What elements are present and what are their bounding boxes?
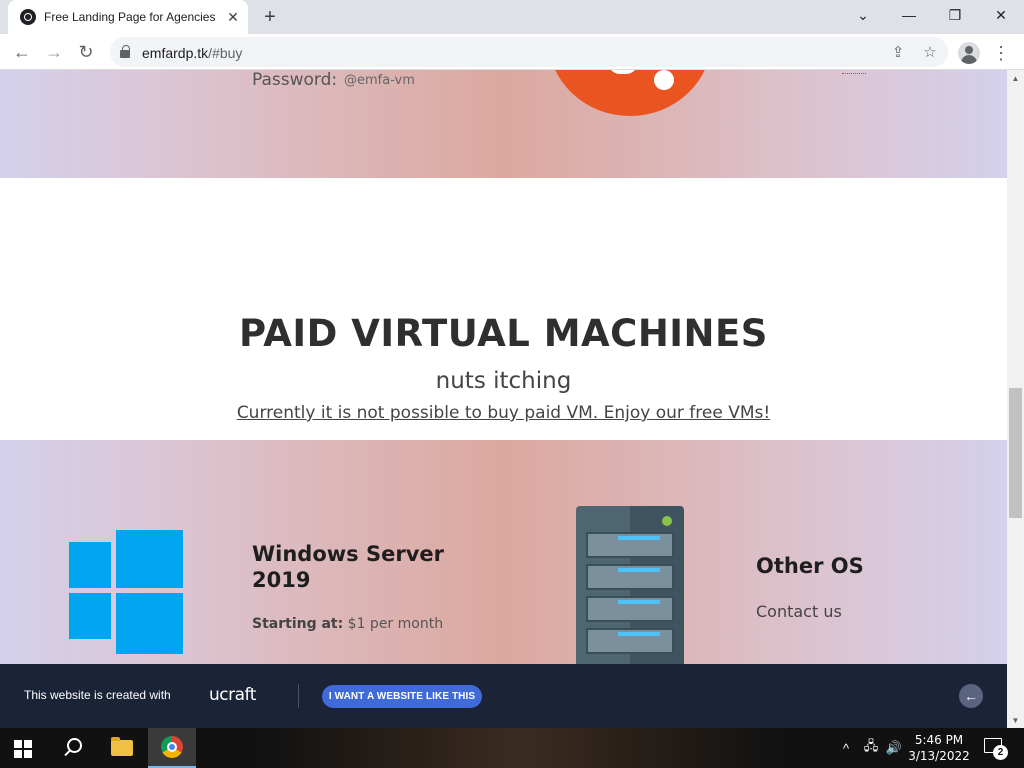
windows-start-icon[interactable] [14,740,32,758]
windows-taskbar: ^ 🖧 🔊 5:46 PM 3/13/2022 2 [0,728,1024,768]
tab-title: Free Landing Page for Agencies [44,10,216,24]
svg-text:ucraft: ucraft [209,685,257,705]
address-bar[interactable]: emfardp.tk/#buy ⇪ ☆ [110,37,948,67]
ucraft-promo-banner: This website is created with ucraft I WA… [0,664,1007,728]
url-text[interactable]: emfardp.tk/#buy [142,45,242,61]
spellcheck-underline [842,70,866,74]
other-os-card-title: Other OS [756,554,864,578]
chrome-taskbar-icon[interactable] [148,728,196,768]
collapse-banner-arrow-icon[interactable]: ← [959,684,983,708]
back-button[interactable]: ← [8,38,36,66]
browser-toolbar: ← → ↻ emfardp.tk/#buy ⇪ ☆ ⋮ [0,34,1024,70]
bookmark-star-icon[interactable]: ☆ [920,42,940,62]
tray-chevron-icon[interactable]: ^ [838,738,854,758]
windows-logo-icon [69,530,183,654]
page-viewport: Password: @emfa-vm PAID VIRTUAL MACHINES… [0,70,1007,728]
new-tab-button[interactable]: + [258,6,282,28]
windows-server-card-title: Windows Server 2019 [252,542,444,592]
password-label: Password: [252,70,338,90]
forward-button[interactable]: → [40,38,68,66]
taskbar-wallpaper [260,728,780,768]
network-icon[interactable]: 🖧 [860,738,882,758]
free-vm-section: Password: @emfa-vm [0,70,1007,178]
windows-logo-icon [70,70,182,92]
want-website-button[interactable]: I WANT A WEBSITE LIKE THIS [322,685,482,708]
reload-button[interactable]: ↻ [72,38,100,66]
banner-text: This website is created with [24,688,171,702]
tab-strip: Free Landing Page for Agencies ✕ + ⌄ — ❐… [0,0,1024,34]
minimize-button[interactable]: — [886,0,932,30]
tab-search-icon[interactable]: ⌄ [840,0,886,30]
price-value: $1 per month [347,616,444,632]
volume-icon[interactable]: 🔊 [884,738,904,758]
ubuntu-logo-dot [654,70,674,90]
lock-icon[interactable] [120,45,130,58]
scroll-down-arrow-icon[interactable]: ▼ [1007,712,1024,728]
maximize-button[interactable]: ❐ [932,0,978,30]
profile-avatar-icon[interactable] [958,42,980,64]
share-icon[interactable]: ⇪ [888,42,908,62]
windows-server-price: Starting at: $1 per month [252,616,443,632]
file-explorer-icon[interactable] [98,728,146,768]
ubuntu-logo-icon [548,70,712,116]
banner-divider [298,684,299,708]
scrollbar-thumb[interactable] [1009,388,1022,518]
contact-us-link[interactable]: Contact us [756,602,842,621]
taskbar-clock[interactable]: 5:46 PM 3/13/2022 [904,732,974,764]
ucraft-logo[interactable]: ucraft [209,684,259,706]
close-tab-icon[interactable]: ✕ [224,8,242,26]
notification-count-badge: 2 [993,745,1008,760]
action-center-icon[interactable]: 2 [984,738,1008,760]
site-favicon-icon [20,9,36,25]
scroll-up-arrow-icon[interactable]: ▲ [1007,70,1024,86]
browser-menu-icon[interactable]: ⋮ [992,42,1010,64]
paid-vm-notice-link[interactable]: Currently it is not possible to buy paid… [0,403,1007,423]
paid-vm-subtitle: nuts itching [435,368,572,394]
password-value: @emfa-vm [344,73,415,88]
browser-tab[interactable]: Free Landing Page for Agencies ✕ [8,0,248,34]
paid-vm-title: PAID VIRTUAL MACHINES [239,312,768,355]
free-vm-link[interactable]: Currently it is not possible to buy paid… [237,403,770,423]
clock-date: 3/13/2022 [908,749,970,763]
page-scrollbar[interactable]: ▲ ▼ [1007,70,1024,728]
close-window-button[interactable]: ✕ [978,0,1024,30]
search-icon[interactable] [60,736,84,760]
clock-time: 5:46 PM [914,733,964,747]
price-label: Starting at: [252,616,344,632]
